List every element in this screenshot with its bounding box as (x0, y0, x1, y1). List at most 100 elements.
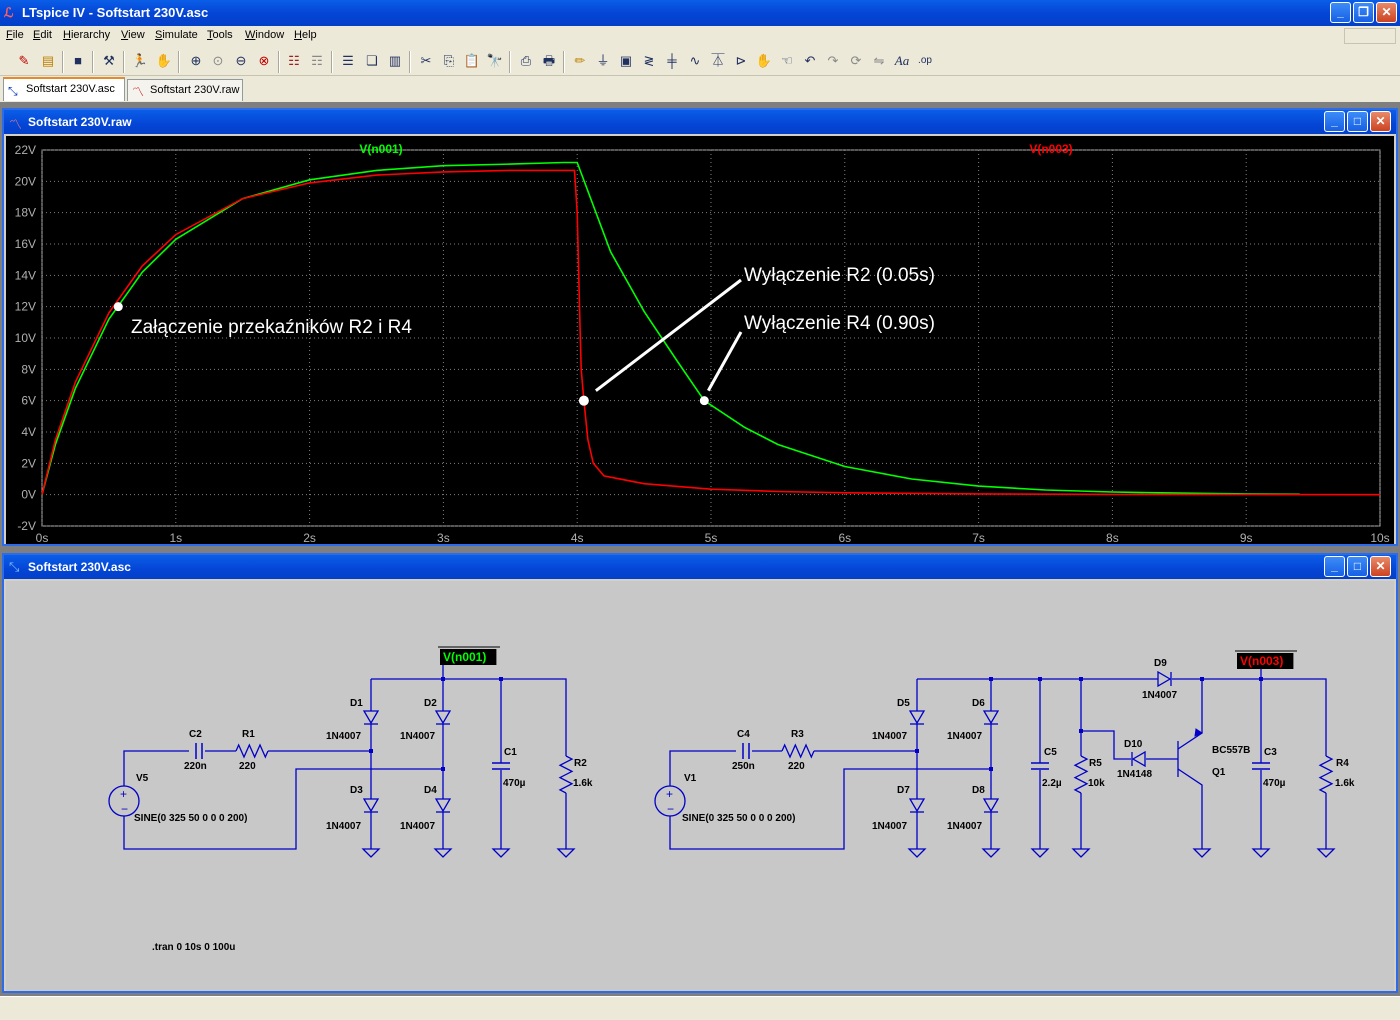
annotation-text: Wyłączenie R2 (0.05s) (744, 265, 935, 286)
junction-dot (1200, 677, 1204, 681)
menu-view[interactable]: View (121, 29, 145, 41)
waveform-minimize-button[interactable]: _ (1324, 111, 1345, 132)
label-net-icon[interactable]: ▣ (616, 51, 636, 71)
value-label-d6: 1N4007 (947, 731, 982, 742)
schematic-maximize-button[interactable]: □ (1347, 556, 1368, 577)
waveform-maximize-button[interactable]: □ (1347, 111, 1368, 132)
ref-label-r4: R4 (1336, 758, 1349, 769)
schematic-close-button[interactable]: ✕ (1370, 556, 1391, 577)
save-icon[interactable]: ■ (68, 51, 88, 71)
diode-icon[interactable]: ⏄ (708, 51, 728, 71)
ref-label-c4: C4 (737, 729, 750, 740)
fft-icon[interactable]: ☶ (307, 51, 327, 71)
ref-label-v5: V5 (136, 773, 149, 784)
spice-directive-icon[interactable]: .op (915, 51, 935, 71)
minimize-button[interactable]: _ (1330, 2, 1351, 23)
menu-tools[interactable]: Tools (207, 29, 233, 41)
menu-bar: File Edit Hierarchy View Simulate Tools … (0, 26, 1400, 46)
value-label-r5: 10k (1088, 778, 1105, 789)
value-label-d1: 1N4007 (326, 731, 361, 742)
schematic-window: ⤡ Softstart 230V.asc _ □ ✕ + − + − V(n00… (2, 553, 1398, 993)
draw-wire-icon[interactable]: ✏ (570, 51, 590, 71)
copy-icon[interactable]: ⎘ (439, 51, 459, 71)
schematic-minimize-button[interactable]: _ (1324, 556, 1345, 577)
app-title: LTspice IV - Softstart 230V.asc (22, 5, 209, 20)
ref-label-v1: V1 (684, 773, 697, 784)
resistor-icon[interactable]: ≷ (639, 51, 659, 71)
value-label-r2: 1.6k (573, 778, 593, 789)
ref-label-d6: D6 (972, 698, 985, 709)
mirror-icon[interactable]: ⇋ (869, 51, 889, 71)
x-tick-label: 7s (972, 531, 985, 544)
print-preview-icon[interactable]: ⎙ (516, 51, 536, 71)
halt-icon[interactable]: ✋ (154, 51, 174, 71)
menu-window[interactable]: Window (245, 29, 284, 41)
ref-label-q1: Q1 (1212, 767, 1226, 778)
value-label-r1: 220 (239, 761, 256, 772)
menu-edit[interactable]: Edit (33, 29, 52, 41)
annotation-text: Załączenie przekaźników R2 i R4 (131, 317, 412, 338)
toolbar: ✎ ▤ ■ ⚒ 🏃 ✋ ⊕ ⊙ ⊖ ⊗ ☷ ☶ ☰ ❏ ▥ ✂ ⎘ 📋 🔭 ⎙ … (0, 46, 1400, 76)
schematic-icon: ⤡ (9, 559, 20, 574)
close-button[interactable]: ✕ (1376, 2, 1397, 23)
autorange-icon[interactable]: ☷ (284, 51, 304, 71)
capacitor-icon[interactable]: ╪ (662, 51, 682, 71)
undo-icon[interactable]: ↶ (800, 51, 820, 71)
menu-hierarchy[interactable]: Hierarchy (63, 29, 110, 41)
tab-softstart-raw[interactable]: 〽 Softstart 230V.raw (127, 79, 243, 101)
component-icon[interactable]: ⊳ (731, 51, 751, 71)
waveform-close-button[interactable]: ✕ (1370, 111, 1391, 132)
text-icon[interactable]: Aa (892, 51, 912, 71)
restore-button[interactable]: ❐ (1353, 2, 1374, 23)
tab-label: Softstart 230V.raw (150, 84, 240, 96)
junction-dot (1038, 677, 1042, 681)
y-tick-label: 6V (21, 394, 36, 408)
net-label-n003: V(n003) (1240, 654, 1283, 668)
ref-label-d9: D9 (1154, 658, 1167, 669)
cut-icon[interactable]: ✂ (416, 51, 436, 71)
value-label-c3: 470µ (1263, 778, 1286, 789)
inductor-icon[interactable]: ∿ (685, 51, 705, 71)
cancel-zoom-icon[interactable]: ⊗ (254, 51, 274, 71)
value-label-r4: 1.6k (1335, 778, 1355, 789)
menu-help[interactable]: Help (294, 29, 317, 41)
zoom-in-icon[interactable]: ⊕ (186, 51, 206, 71)
y-tick-label: 16V (15, 237, 36, 251)
schematic-canvas[interactable]: +−+− V(n001) V(n003)C2220nR1220V5SINE(0 3… (6, 581, 1394, 991)
schematic-title: Softstart 230V.asc (28, 560, 131, 574)
find-icon[interactable]: 🔭 (485, 51, 505, 71)
ground-icon[interactable]: ⏚ (593, 51, 613, 71)
control-panel-icon[interactable]: ⚒ (99, 51, 119, 71)
zoom-out-icon[interactable]: ⊖ (231, 51, 251, 71)
mdi-controls[interactable] (1344, 28, 1396, 44)
waveform-plot[interactable]: 22V 20V 18V 16V 14V 12V 10V 8V 6V 4V 2V 0V -2V0s 1s 2s… (6, 136, 1394, 544)
x-tick-label: 6s (838, 531, 851, 544)
tile-vertical-icon[interactable]: ▥ (385, 51, 405, 71)
marker-point (699, 396, 709, 406)
cascade-icon[interactable]: ❏ (362, 51, 382, 71)
zoom-fit-icon[interactable]: ⊙ (208, 51, 228, 71)
run-icon[interactable]: 🏃 (130, 51, 150, 71)
value-label-r3: 220 (788, 761, 805, 772)
app-titlebar: ℒ LTspice IV - Softstart 230V.asc _ ❐ ✕ (0, 0, 1400, 26)
x-tick-label: 4s (571, 531, 584, 544)
redo-icon[interactable]: ↷ (823, 51, 843, 71)
ltspice-icon: ℒ (4, 5, 14, 20)
menu-file[interactable]: File (6, 29, 24, 41)
print-icon[interactable]: 🖶 (539, 51, 559, 71)
drag-icon[interactable]: ☜ (777, 51, 797, 71)
open-schematic-icon[interactable]: ✎ (14, 51, 34, 71)
menu-simulate[interactable]: Simulate (155, 29, 198, 41)
y-tick-label: 4V (21, 425, 36, 439)
open-file-icon[interactable]: ▤ (38, 51, 58, 71)
move-icon[interactable]: ✋ (754, 51, 774, 71)
tab-label: Softstart 230V.asc (26, 83, 115, 95)
paste-icon[interactable]: 📋 (462, 51, 482, 71)
annotation-text: Wyłączenie R4 (0.90s) (744, 313, 935, 334)
tile-horizontal-icon[interactable]: ☰ (338, 51, 358, 71)
y-tick-label: 14V (15, 268, 36, 282)
tab-softstart-asc[interactable]: ⤡ Softstart 230V.asc (3, 77, 125, 101)
mdi-client: 〽 Softstart 230V.raw _ □ ✕ 22V 20V 18V 16V 1… (0, 102, 1400, 1020)
rotate-icon[interactable]: ⟳ (846, 51, 866, 71)
x-tick-label: 9s (1240, 531, 1253, 544)
